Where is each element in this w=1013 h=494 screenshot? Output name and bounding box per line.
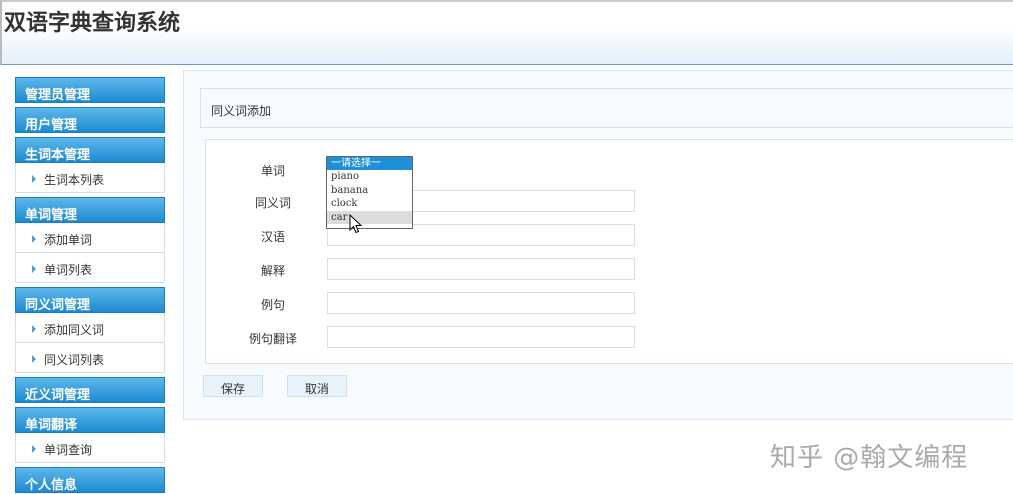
sidebar-item-add-word[interactable]: 添加单词 [15, 223, 165, 253]
header: 双语字典查询系统 [0, 0, 1013, 65]
caret-right-icon [32, 445, 36, 453]
sidebar-item-word-list[interactable]: 单词列表 [15, 253, 165, 283]
caret-right-icon [32, 355, 36, 363]
sidebar-group-admin[interactable]: 管理员管理 [15, 77, 165, 103]
app-title: 双语字典查询系统 [4, 11, 181, 36]
field-label: 例句 [260, 298, 285, 312]
caret-right-icon [32, 235, 36, 243]
sidebar-group-users[interactable]: 用户管理 [15, 107, 165, 133]
sidebar-group-translation[interactable]: 单词翻译 [15, 407, 165, 433]
field-label: 例句翻译 [248, 332, 297, 346]
form-row-example: 例句 [206, 292, 1006, 314]
caret-right-icon [32, 325, 36, 333]
sidebar-item-word-lookup[interactable]: 单词查询 [15, 433, 165, 463]
dropdown-option[interactable]: car [327, 210, 412, 224]
form-row-definition: 解释 [206, 258, 1006, 280]
field-label: 单词 [260, 164, 285, 178]
sidebar: 管理员管理 用户管理 生词本管理 生词本列表 单词管理 添加单词 单词列表 同义… [15, 77, 165, 493]
dropdown-option[interactable]: banana [327, 184, 412, 197]
sidebar-group-vocab-book[interactable]: 生词本管理 [15, 137, 165, 163]
sidebar-group-words[interactable]: 单词管理 [15, 197, 165, 223]
sidebar-item-add-synonym[interactable]: 添加同义词 [15, 313, 165, 343]
mouse-cursor-icon [349, 214, 363, 234]
example-input[interactable] [327, 292, 635, 314]
sidebar-group-synonyms[interactable]: 同义词管理 [15, 287, 165, 313]
definition-input[interactable] [327, 258, 635, 280]
example-translation-input[interactable] [327, 326, 635, 348]
dropdown-option[interactable]: clock [327, 197, 412, 210]
field-label: 同义词 [254, 196, 291, 210]
field-label: 汉语 [260, 230, 285, 244]
field-label: 解释 [260, 264, 285, 278]
sidebar-group-profile[interactable]: 个人信息 [15, 467, 165, 493]
form-row-example-translation: 例句翻译 [206, 326, 1006, 348]
dropdown-option[interactable]: piano [327, 170, 412, 183]
cancel-button[interactable]: 取消 [287, 375, 347, 397]
sidebar-group-near-synonyms[interactable]: 近义词管理 [15, 377, 165, 403]
sidebar-item-synonym-list[interactable]: 同义词列表 [15, 343, 165, 373]
main-panel: 同义词添加 单词 同义词 汉语 解释 例句 例句翻译 保存 取消 [183, 70, 1013, 420]
sidebar-item-vocab-book-list[interactable]: 生词本列表 [15, 163, 165, 193]
dropdown-option[interactable]: 一请选择一 [327, 157, 412, 171]
page-title: 同义词添加 [200, 88, 1013, 128]
caret-right-icon [32, 265, 36, 273]
caret-right-icon [32, 175, 36, 183]
save-button[interactable]: 保存 [203, 375, 263, 397]
watermark: 知乎 @翰文编程 [770, 443, 969, 473]
word-select-dropdown[interactable]: 一请选择一 piano banana clock car [326, 156, 413, 229]
